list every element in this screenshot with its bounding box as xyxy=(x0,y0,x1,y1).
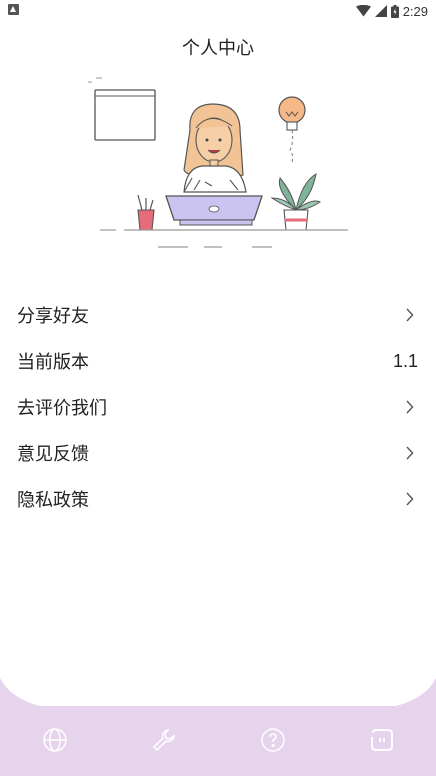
menu-item-feedback[interactable]: 意见反馈 xyxy=(0,430,436,476)
menu-item-version: 当前版本 1.1 xyxy=(0,338,436,384)
version-value: 1.1 xyxy=(392,350,418,371)
nav-tab-globe[interactable] xyxy=(27,718,83,762)
settings-menu: 分享好友 当前版本 1.1 去评价我们 意见反馈 隐私政策 xyxy=(0,292,436,522)
help-icon xyxy=(260,728,285,752)
chevron-right-icon xyxy=(406,400,414,414)
profile-icon xyxy=(370,729,393,751)
menu-item-label: 意见反馈 xyxy=(17,444,89,465)
chevron-right-icon xyxy=(406,446,414,460)
window-frame-drawing xyxy=(88,77,156,141)
status-time: 2:29 xyxy=(402,3,428,19)
nav-tab-help[interactable] xyxy=(245,718,301,762)
woman-drawing xyxy=(183,103,247,193)
nav-tab-tools[interactable] xyxy=(136,718,192,762)
signal-icon xyxy=(374,5,387,17)
status-indicators: 2:29 xyxy=(355,2,428,20)
chevron-right-icon xyxy=(406,308,414,322)
laptop-drawing xyxy=(165,195,263,226)
menu-item-label: 当前版本 xyxy=(17,352,89,373)
chevron-right-icon xyxy=(406,492,414,506)
menu-item-share[interactable]: 分享好友 xyxy=(0,292,436,338)
menu-item-privacy[interactable]: 隐私政策 xyxy=(0,476,436,522)
page-title: 个人中心 xyxy=(182,38,254,59)
menu-item-label: 去评价我们 xyxy=(17,398,107,419)
notification-app-icon xyxy=(8,4,19,15)
status-bar: 2:29 xyxy=(0,0,436,22)
wrench-icon xyxy=(152,729,175,752)
wifi-icon xyxy=(355,5,371,17)
lightbulb-drawing xyxy=(278,96,306,163)
bottom-nav xyxy=(0,714,436,766)
pen-cup-drawing xyxy=(137,194,155,231)
menu-item-label: 隐私政策 xyxy=(17,490,89,511)
battery-icon xyxy=(390,4,399,18)
plant-drawing xyxy=(270,173,321,231)
floor-lines xyxy=(100,229,348,248)
menu-item-label: 分享好友 xyxy=(17,306,89,327)
hero-illustration xyxy=(88,77,348,248)
nav-tab-profile[interactable] xyxy=(354,718,410,762)
globe-icon xyxy=(42,728,67,752)
menu-item-rate[interactable]: 去评价我们 xyxy=(0,384,436,430)
